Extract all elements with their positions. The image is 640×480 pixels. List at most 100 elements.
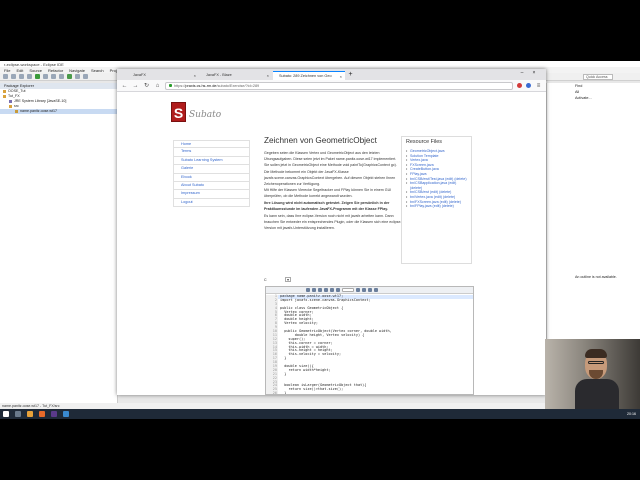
search-icon[interactable]	[83, 74, 88, 79]
url-text: https://praxis.cs.hs-rm.de/subato/Exerci…	[174, 83, 260, 88]
description-paragraph: Gegeben seien die Klassen Vertex und Geo…	[264, 151, 397, 167]
person-hair	[585, 349, 607, 358]
tree-item-package[interactable]: name.panitz.oose.wt17	[0, 109, 117, 114]
menu-refactor[interactable]: Refactor	[48, 68, 63, 73]
tab-subato[interactable]: Subato: 289 Zeichnen von Geo ×	[273, 71, 345, 80]
tab-strip: JavaFX × JavaFX - Blaze × Subato: 289 Ze…	[117, 69, 546, 80]
menu-source[interactable]: Source	[29, 68, 42, 73]
editor-toolbar	[266, 287, 473, 294]
folder-icon	[3, 90, 6, 93]
tab-label: JavaFX	[133, 73, 146, 77]
run-icon[interactable]	[35, 74, 40, 79]
nav-link-ebook[interactable]: Ebook	[173, 173, 250, 182]
undo-icon[interactable]	[306, 288, 310, 292]
save-icon[interactable]	[11, 74, 16, 79]
reset-icon[interactable]	[368, 288, 372, 292]
close-icon[interactable]: ×	[267, 71, 269, 80]
menu-edit[interactable]: Edit	[16, 68, 23, 73]
syntax-select-icon[interactable]	[342, 288, 354, 292]
eclipse-icon[interactable]	[51, 411, 57, 417]
windows-start-icon[interactable]	[3, 411, 9, 417]
description-paragraph: Mit Hilfe der Klassen Vierecke Segeltrac…	[264, 188, 392, 199]
reload-icon[interactable]: ↻	[143, 82, 150, 89]
folder-icon	[3, 95, 6, 98]
package-icon	[15, 110, 18, 113]
resource-link[interactable]: bn/FPlay.java (edit) (delete)	[406, 204, 467, 209]
code-toolbar: C ▾	[264, 276, 474, 285]
tree-item-label: name.panitz.oose.wt17	[20, 109, 57, 113]
tab-javafx[interactable]: JavaFX ×	[127, 71, 199, 80]
line-number: 26	[266, 391, 278, 394]
description-paragraph: Es kann sein, dass Ihre eclipse-Version …	[264, 214, 402, 230]
resource-link[interactable]: bn/CSBapplication.java (edit) (delete)	[406, 181, 467, 190]
back-icon[interactable]: ←	[121, 83, 128, 89]
webcam-overlay	[545, 339, 640, 409]
highlight-toggle-icon[interactable]	[356, 288, 360, 292]
close-icon[interactable]: ×	[194, 71, 196, 80]
side-navigation: Home Terms Subato Learning System Galeri…	[173, 140, 250, 208]
new-icon[interactable]	[3, 74, 8, 79]
forward-icon[interactable]: →	[132, 83, 139, 89]
open-type-icon[interactable]	[75, 74, 80, 79]
extension-icon[interactable]	[526, 83, 531, 88]
subato-logo[interactable]: S Subato	[171, 102, 221, 122]
search-icon[interactable]	[15, 411, 21, 417]
menu-navigate[interactable]: Navigate	[69, 68, 85, 73]
exercise-content: Zeichnen von GeometricObject Gegeben sei…	[264, 136, 402, 233]
code-text: import javafx.scene.canvas.GraphicsConte…	[280, 297, 371, 302]
code-editor[interactable]: 1 package name.panitz.oose.wt17; 2 import j…	[265, 286, 474, 395]
word-wrap-icon[interactable]	[362, 288, 366, 292]
home-icon[interactable]: ⌂	[154, 83, 161, 89]
nav-link-learning-system[interactable]: Subato Learning System	[173, 156, 250, 166]
nav-link-impressum[interactable]: Impressum	[173, 190, 250, 199]
tree-item-label: JRE System Library [JavaSE-10]	[14, 99, 67, 103]
menu-file[interactable]: File	[4, 68, 10, 73]
quick-access-input[interactable]: Quick Access	[583, 74, 613, 80]
debug-icon[interactable]	[27, 74, 32, 79]
help-icon[interactable]	[374, 288, 378, 292]
url-bar[interactable]: https://praxis.cs.hs-rm.de/subato/Exerci…	[165, 81, 513, 90]
file-explorer-icon[interactable]	[27, 411, 33, 417]
activate-link[interactable]: Activate...	[547, 95, 640, 101]
menu-search[interactable]: Search	[91, 68, 104, 73]
minimize-icon[interactable]: –	[517, 70, 527, 76]
package-explorer: Package Explorer OOSE_Tut Tut_FX JRE Sys…	[0, 83, 118, 409]
taskbar: 20:16	[0, 409, 640, 419]
app-icon[interactable]	[63, 411, 69, 417]
nav-link-galerie[interactable]: Galerie	[173, 165, 250, 174]
firefox-icon[interactable]	[39, 411, 45, 417]
search-icon[interactable]	[318, 288, 322, 292]
resource-files-title: Resource Files	[406, 139, 442, 145]
menu-icon[interactable]: ≡	[535, 83, 542, 89]
notice-paragraph: Ihre Lösung wird nicht automatisch getes…	[264, 201, 390, 212]
ublock-icon[interactable]	[517, 83, 522, 88]
fullscreen-icon[interactable]	[336, 288, 340, 292]
replace-icon[interactable]	[324, 288, 328, 292]
nav-link-terms[interactable]: Terms	[173, 148, 250, 157]
code-text: }	[280, 356, 287, 361]
new-tab-button[interactable]: +	[346, 71, 355, 80]
close-icon[interactable]: ×	[340, 72, 342, 80]
tab-javafx-blaze[interactable]: JavaFX - Blaze ×	[200, 71, 272, 80]
code-text: return size()>that.size();	[280, 387, 344, 392]
goto-line-icon[interactable]	[330, 288, 334, 292]
logo-text: Subato	[189, 110, 222, 120]
resource-files-box: Resource Files GeometricObject.java Solu…	[401, 136, 472, 264]
new-class-icon[interactable]	[67, 74, 72, 79]
outline-message: An outline is not available.	[575, 275, 617, 279]
nav-link-home[interactable]: Home	[173, 140, 250, 149]
print-icon[interactable]	[19, 74, 24, 79]
new-java-project-icon[interactable]	[51, 74, 56, 79]
taskbar-clock[interactable]: 20:16	[627, 409, 636, 419]
page-title: Zeichnen von GeometricObject	[264, 136, 377, 145]
close-window-icon[interactable]: ×	[529, 70, 539, 76]
nav-link-about[interactable]: About Subato	[173, 181, 250, 191]
chevron-down-icon[interactable]: ▾	[285, 277, 291, 282]
external-tools-icon[interactable]	[43, 74, 48, 79]
redo-icon[interactable]	[312, 288, 316, 292]
nav-link-logout[interactable]: Logout	[173, 198, 250, 208]
code-lines: 1 package name.panitz.oose.wt17; 2 import j…	[266, 294, 473, 394]
language-select[interactable]: C	[264, 278, 270, 282]
nav-bar: ← → ↻ ⌂ https://praxis.cs.hs-rm.de/subat…	[117, 80, 546, 92]
new-package-icon[interactable]	[59, 74, 64, 79]
